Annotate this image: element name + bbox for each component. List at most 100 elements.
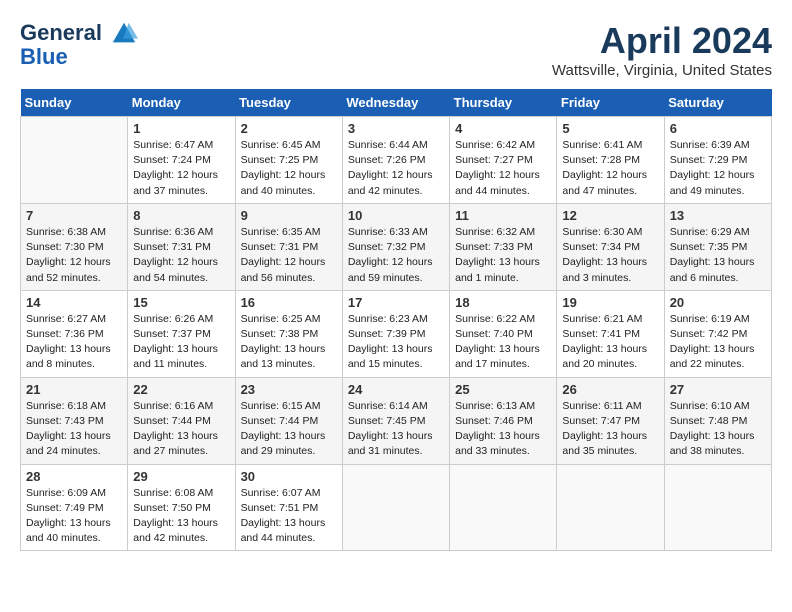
day-info: Sunrise: 6:08 AM Sunset: 7:50 PM Dayligh… bbox=[133, 486, 229, 547]
day-number: 3 bbox=[348, 121, 444, 136]
calendar-cell: 27 Sunrise: 6:10 AM Sunset: 7:48 PM Dayli… bbox=[664, 377, 771, 464]
calendar-cell: 9 Sunrise: 6:35 AM Sunset: 7:31 PM Daylig… bbox=[235, 203, 342, 290]
day-info: Sunrise: 6:30 AM Sunset: 7:34 PM Dayligh… bbox=[562, 225, 658, 286]
calendar-cell bbox=[450, 464, 557, 551]
day-info: Sunrise: 6:15 AM Sunset: 7:44 PM Dayligh… bbox=[241, 399, 337, 460]
calendar-cell: 2 Sunrise: 6:45 AM Sunset: 7:25 PM Daylig… bbox=[235, 117, 342, 204]
day-number: 27 bbox=[670, 382, 766, 397]
day-info: Sunrise: 6:22 AM Sunset: 7:40 PM Dayligh… bbox=[455, 312, 551, 373]
weekday-header-thursday: Thursday bbox=[450, 89, 557, 117]
day-number: 17 bbox=[348, 295, 444, 310]
day-info: Sunrise: 6:47 AM Sunset: 7:24 PM Dayligh… bbox=[133, 138, 229, 199]
day-info: Sunrise: 6:45 AM Sunset: 7:25 PM Dayligh… bbox=[241, 138, 337, 199]
day-info: Sunrise: 6:14 AM Sunset: 7:45 PM Dayligh… bbox=[348, 399, 444, 460]
day-info: Sunrise: 6:39 AM Sunset: 7:29 PM Dayligh… bbox=[670, 138, 766, 199]
calendar-cell: 15 Sunrise: 6:26 AM Sunset: 7:37 PM Dayli… bbox=[128, 290, 235, 377]
day-info: Sunrise: 6:13 AM Sunset: 7:46 PM Dayligh… bbox=[455, 399, 551, 460]
day-number: 30 bbox=[241, 469, 337, 484]
location: Wattsville, Virginia, United States bbox=[552, 62, 772, 79]
month-title: April 2024 bbox=[552, 20, 772, 62]
calendar-week-4: 21 Sunrise: 6:18 AM Sunset: 7:43 PM Dayli… bbox=[21, 377, 772, 464]
calendar-cell: 8 Sunrise: 6:36 AM Sunset: 7:31 PM Daylig… bbox=[128, 203, 235, 290]
calendar-cell: 7 Sunrise: 6:38 AM Sunset: 7:30 PM Daylig… bbox=[21, 203, 128, 290]
calendar-cell bbox=[557, 464, 664, 551]
title-area: April 2024 Wattsville, Virginia, United … bbox=[552, 20, 772, 79]
weekday-header-saturday: Saturday bbox=[664, 89, 771, 117]
calendar-cell: 26Sunrise: 6:11 AM Sunset: 7:47 PM Dayli… bbox=[557, 377, 664, 464]
day-number: 14 bbox=[26, 295, 122, 310]
weekday-header-sunday: Sunday bbox=[21, 89, 128, 117]
day-number: 19 bbox=[562, 295, 658, 310]
day-number: 6 bbox=[670, 121, 766, 136]
logo: General Blue bbox=[20, 20, 138, 70]
day-number: 23 bbox=[241, 382, 337, 397]
day-info: Sunrise: 6:36 AM Sunset: 7:31 PM Dayligh… bbox=[133, 225, 229, 286]
calendar-week-1: 1 Sunrise: 6:47 AM Sunset: 7:24 PM Daylig… bbox=[21, 117, 772, 204]
day-info: Sunrise: 6:41 AM Sunset: 7:28 PM Dayligh… bbox=[562, 138, 658, 199]
day-info: Sunrise: 6:32 AM Sunset: 7:33 PM Dayligh… bbox=[455, 225, 551, 286]
weekday-header-friday: Friday bbox=[557, 89, 664, 117]
calendar-cell: 14 Sunrise: 6:27 AM Sunset: 7:36 PM Dayli… bbox=[21, 290, 128, 377]
day-number: 15 bbox=[133, 295, 229, 310]
day-info: Sunrise: 6:18 AM Sunset: 7:43 PM Dayligh… bbox=[26, 399, 122, 460]
calendar-cell: 13Sunrise: 6:29 AM Sunset: 7:35 PM Dayli… bbox=[664, 203, 771, 290]
day-info: Sunrise: 6:27 AM Sunset: 7:36 PM Dayligh… bbox=[26, 312, 122, 373]
day-number: 1 bbox=[133, 121, 229, 136]
calendar-cell: 18Sunrise: 6:22 AM Sunset: 7:40 PM Dayli… bbox=[450, 290, 557, 377]
calendar-cell: 19Sunrise: 6:21 AM Sunset: 7:41 PM Dayli… bbox=[557, 290, 664, 377]
weekday-header-tuesday: Tuesday bbox=[235, 89, 342, 117]
calendar-cell: 5Sunrise: 6:41 AM Sunset: 7:28 PM Daylig… bbox=[557, 117, 664, 204]
calendar-cell: 4 Sunrise: 6:42 AM Sunset: 7:27 PM Daylig… bbox=[450, 117, 557, 204]
calendar-cell bbox=[21, 117, 128, 204]
calendar-cell: 28Sunrise: 6:09 AM Sunset: 7:49 PM Dayli… bbox=[21, 464, 128, 551]
day-number: 11 bbox=[455, 208, 551, 223]
calendar-cell: 30 Sunrise: 6:07 AM Sunset: 7:51 PM Dayli… bbox=[235, 464, 342, 551]
day-number: 22 bbox=[133, 382, 229, 397]
calendar-cell: 25Sunrise: 6:13 AM Sunset: 7:46 PM Dayli… bbox=[450, 377, 557, 464]
day-number: 29 bbox=[133, 469, 229, 484]
day-number: 4 bbox=[455, 121, 551, 136]
day-number: 26 bbox=[562, 382, 658, 397]
weekday-header-wednesday: Wednesday bbox=[342, 89, 449, 117]
day-info: Sunrise: 6:35 AM Sunset: 7:31 PM Dayligh… bbox=[241, 225, 337, 286]
day-info: Sunrise: 6:26 AM Sunset: 7:37 PM Dayligh… bbox=[133, 312, 229, 373]
calendar-cell: 1 Sunrise: 6:47 AM Sunset: 7:24 PM Daylig… bbox=[128, 117, 235, 204]
calendar-cell bbox=[342, 464, 449, 551]
weekday-header-row: SundayMondayTuesdayWednesdayThursdayFrid… bbox=[21, 89, 772, 117]
day-info: Sunrise: 6:09 AM Sunset: 7:49 PM Dayligh… bbox=[26, 486, 122, 547]
calendar-cell bbox=[664, 464, 771, 551]
day-number: 8 bbox=[133, 208, 229, 223]
calendar-cell: 16 Sunrise: 6:25 AM Sunset: 7:38 PM Dayli… bbox=[235, 290, 342, 377]
calendar-cell: 17 Sunrise: 6:23 AM Sunset: 7:39 PM Dayli… bbox=[342, 290, 449, 377]
day-info: Sunrise: 6:07 AM Sunset: 7:51 PM Dayligh… bbox=[241, 486, 337, 547]
page-header: General Blue April 2024 Wattsville, Virg… bbox=[20, 20, 772, 79]
day-info: Sunrise: 6:23 AM Sunset: 7:39 PM Dayligh… bbox=[348, 312, 444, 373]
calendar-week-3: 14 Sunrise: 6:27 AM Sunset: 7:36 PM Dayli… bbox=[21, 290, 772, 377]
day-number: 9 bbox=[241, 208, 337, 223]
day-info: Sunrise: 6:33 AM Sunset: 7:32 PM Dayligh… bbox=[348, 225, 444, 286]
calendar-cell: 6 Sunrise: 6:39 AM Sunset: 7:29 PM Daylig… bbox=[664, 117, 771, 204]
day-number: 2 bbox=[241, 121, 337, 136]
day-number: 21 bbox=[26, 382, 122, 397]
day-number: 16 bbox=[241, 295, 337, 310]
day-info: Sunrise: 6:25 AM Sunset: 7:38 PM Dayligh… bbox=[241, 312, 337, 373]
calendar-cell: 3 Sunrise: 6:44 AM Sunset: 7:26 PM Daylig… bbox=[342, 117, 449, 204]
calendar-week-2: 7 Sunrise: 6:38 AM Sunset: 7:30 PM Daylig… bbox=[21, 203, 772, 290]
calendar-table: SundayMondayTuesdayWednesdayThursdayFrid… bbox=[20, 89, 772, 551]
day-number: 24 bbox=[348, 382, 444, 397]
calendar-cell: 10Sunrise: 6:33 AM Sunset: 7:32 PM Dayli… bbox=[342, 203, 449, 290]
calendar-cell: 29 Sunrise: 6:08 AM Sunset: 7:50 PM Dayli… bbox=[128, 464, 235, 551]
day-info: Sunrise: 6:29 AM Sunset: 7:35 PM Dayligh… bbox=[670, 225, 766, 286]
day-info: Sunrise: 6:44 AM Sunset: 7:26 PM Dayligh… bbox=[348, 138, 444, 199]
day-info: Sunrise: 6:10 AM Sunset: 7:48 PM Dayligh… bbox=[670, 399, 766, 460]
day-info: Sunrise: 6:42 AM Sunset: 7:27 PM Dayligh… bbox=[455, 138, 551, 199]
day-number: 12 bbox=[562, 208, 658, 223]
calendar-cell: 12 Sunrise: 6:30 AM Sunset: 7:34 PM Dayli… bbox=[557, 203, 664, 290]
day-info: Sunrise: 6:16 AM Sunset: 7:44 PM Dayligh… bbox=[133, 399, 229, 460]
day-number: 7 bbox=[26, 208, 122, 223]
day-info: Sunrise: 6:19 AM Sunset: 7:42 PM Dayligh… bbox=[670, 312, 766, 373]
day-info: Sunrise: 6:38 AM Sunset: 7:30 PM Dayligh… bbox=[26, 225, 122, 286]
calendar-cell: 20 Sunrise: 6:19 AM Sunset: 7:42 PM Dayli… bbox=[664, 290, 771, 377]
calendar-cell: 22 Sunrise: 6:16 AM Sunset: 7:44 PM Dayli… bbox=[128, 377, 235, 464]
day-number: 20 bbox=[670, 295, 766, 310]
